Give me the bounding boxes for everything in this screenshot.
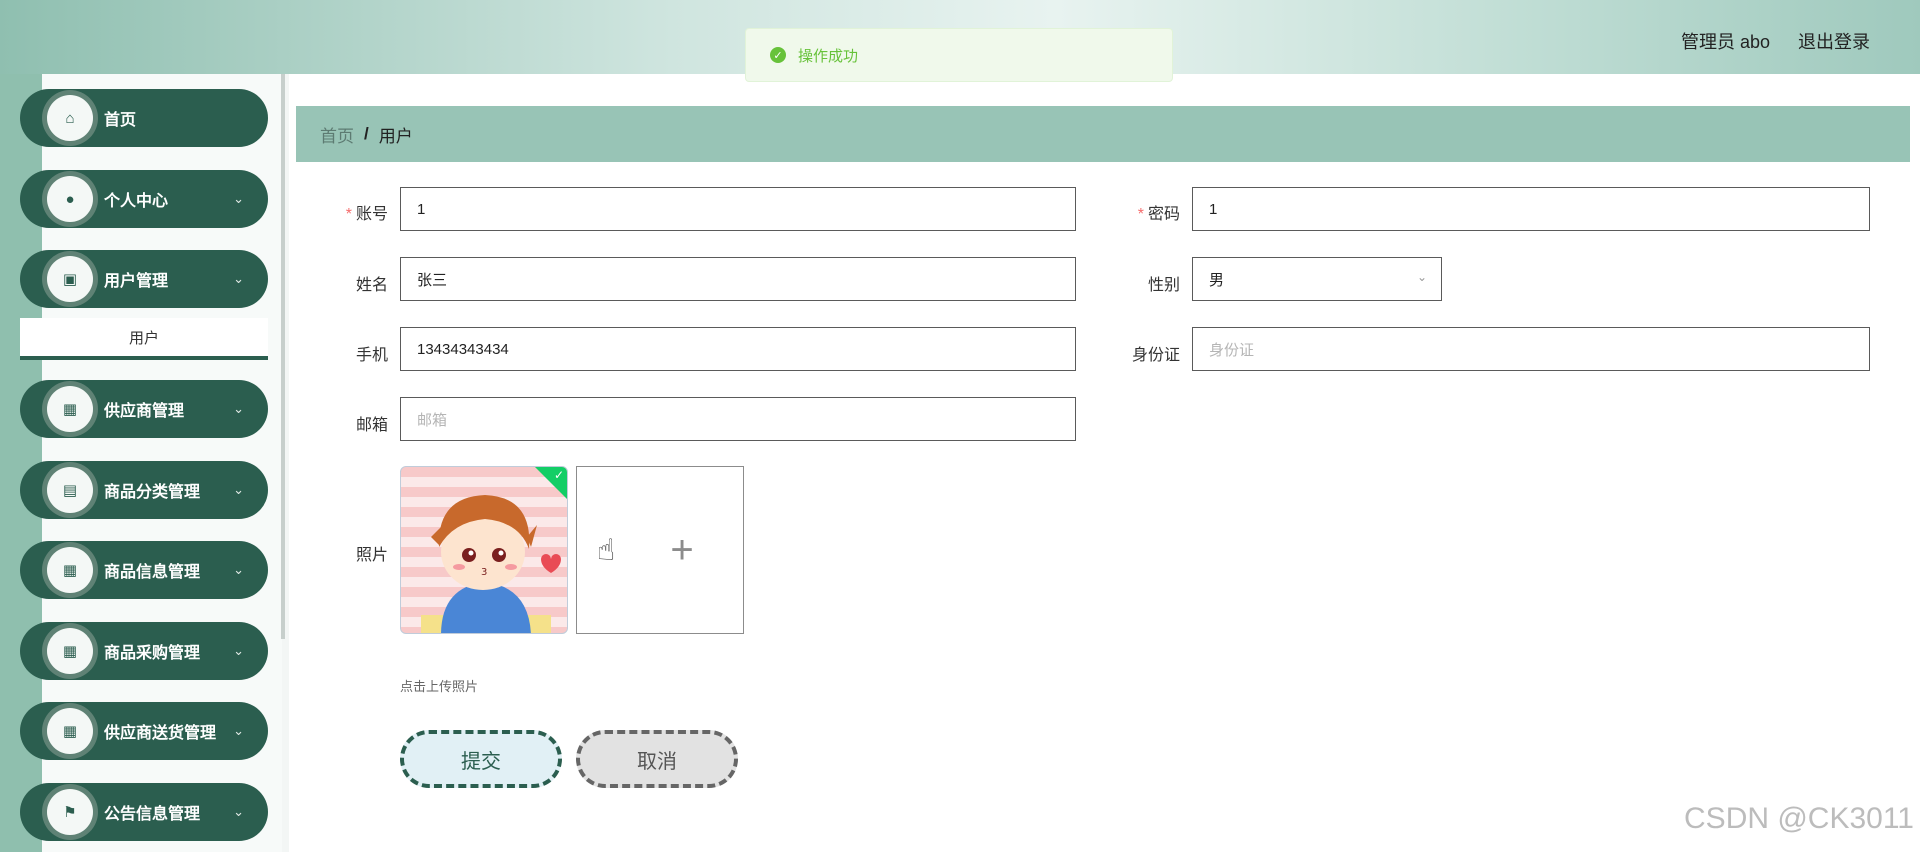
menu-icon-ring: ▣	[42, 251, 98, 307]
sidebar-item-label: 公告信息管理	[104, 806, 201, 823]
photo-label: 照片	[355, 547, 388, 564]
toast-message: 操作成功	[798, 47, 859, 65]
account-input[interactable]: 1	[400, 187, 1076, 231]
logout-link[interactable]: 退出登录	[1798, 28, 1870, 54]
sidebar-item-personal-center[interactable]: ● 个人中心 ⌄	[20, 170, 268, 228]
password-label-text: 密码	[1147, 206, 1180, 223]
grid-icon: ▦	[47, 386, 93, 432]
breadcrumb-current: 用户	[378, 126, 413, 146]
sidebar-item-label: 供应商管理	[104, 403, 185, 420]
grid-icon: ▦	[47, 547, 93, 593]
grid-icon: ▦	[47, 628, 93, 674]
menu-icon-ring: ▦	[42, 542, 98, 598]
name-input[interactable]: 张三	[400, 257, 1076, 301]
chevron-down-icon: ⌄	[233, 401, 244, 416]
plus-icon: +	[670, 527, 694, 572]
sidebar-item-label: 供应商送货管理	[104, 725, 217, 742]
chevron-down-icon: ⌄	[233, 482, 244, 497]
sidebar-item-label: 个人中心	[104, 193, 169, 210]
name-label: 姓名	[355, 277, 388, 294]
chart-icon: ▣	[47, 256, 93, 302]
menu-icon-ring: ▦	[42, 623, 98, 679]
idcard-label: 身份证	[1131, 347, 1180, 364]
breadcrumb-home-link[interactable]: 首页	[320, 122, 354, 147]
menu-icon-ring: ▦	[42, 381, 98, 437]
chevron-down-icon: ⌄	[233, 271, 244, 286]
watermark-text: CSDN @CK3011	[1684, 802, 1914, 835]
gender-label: 性别	[1147, 277, 1180, 294]
chevron-down-icon: ⌄	[1416, 270, 1427, 284]
sidebar-item-label: 商品采购管理	[104, 645, 201, 662]
gender-select-value: 男	[1209, 271, 1225, 289]
cancel-button[interactable]: 取消	[576, 730, 738, 788]
svg-text:3: 3	[481, 567, 487, 578]
account-label-text: 账号	[355, 206, 388, 223]
idcard-input[interactable]: 身份证	[1192, 327, 1870, 371]
chevron-down-icon: ⌄	[233, 643, 244, 658]
grid-icon: ▦	[47, 708, 93, 754]
sidebar-item-label: 商品分类管理	[104, 484, 201, 501]
sidebar-item-label: 用户管理	[104, 273, 169, 290]
menu-icon-ring: ⚑	[42, 784, 98, 840]
sidebar-item-label: 商品信息管理	[104, 564, 201, 581]
password-input[interactable]: 1	[1192, 187, 1870, 231]
gender-select[interactable]: 男 ⌄	[1192, 257, 1442, 301]
required-mark: *	[1137, 206, 1144, 223]
breadcrumb-separator: /	[364, 124, 369, 143]
admin-user-label: 管理员 abo	[1680, 32, 1770, 52]
phone-input[interactable]: 13434343434	[400, 327, 1076, 371]
check-circle-icon: ✓	[770, 47, 786, 63]
password-label: * 密码	[1132, 200, 1180, 224]
check-icon: ✓	[553, 468, 564, 482]
sidebar-item-purchase-management[interactable]: ▦ 商品采购管理 ⌄	[20, 622, 268, 680]
required-mark: *	[345, 206, 352, 223]
sidebar-item-label: 首页	[104, 112, 137, 129]
sidebar-item-home[interactable]: ⌂ 首页	[20, 89, 268, 147]
chevron-down-icon: ⌄	[233, 804, 244, 819]
flag-icon: ⚑	[47, 789, 93, 835]
breadcrumb: 首页 / 用户	[296, 106, 1910, 162]
email-input[interactable]: 邮箱	[400, 397, 1076, 441]
sidebar-item-supplier-management[interactable]: ▦ 供应商管理 ⌄	[20, 380, 268, 438]
sidebar-item-delivery-management[interactable]: ▦ 供应商送货管理 ⌄	[20, 702, 268, 760]
sidebar-item-notice-management[interactable]: ⚑ 公告信息管理 ⌄	[20, 783, 268, 841]
menu-icon-ring: ▤	[42, 462, 98, 518]
sidebar-item-user-management[interactable]: ▣ 用户管理 ⌄	[20, 250, 268, 308]
phone-label: 手机	[355, 347, 388, 364]
success-toast: ✓ 操作成功	[745, 28, 1173, 82]
upload-tip-text: 点击上传照片	[400, 679, 479, 694]
email-label: 邮箱	[355, 417, 388, 434]
menu-icon-ring: ▦	[42, 703, 98, 759]
uploaded-photo-thumbnail[interactable]: 3 ✓	[400, 466, 568, 634]
pointer-hand-icon: ☝	[597, 534, 616, 567]
sidebar-subitem-user[interactable]: 用户	[20, 318, 268, 360]
menu-icon-ring: ●	[42, 171, 98, 227]
chevron-down-icon: ⌄	[233, 191, 244, 206]
sidebar-scrollbar[interactable]	[281, 74, 285, 639]
clipboard-icon: ▤	[47, 467, 93, 513]
chevron-down-icon: ⌄	[233, 562, 244, 577]
home-icon: ⌂	[47, 95, 93, 141]
chevron-down-icon: ⌄	[233, 723, 244, 738]
submit-button[interactable]: 提交	[400, 730, 562, 788]
menu-icon-ring: ⌂	[42, 90, 98, 146]
sidebar-item-product-info-management[interactable]: ▦ 商品信息管理 ⌄	[20, 541, 268, 599]
account-label: * 账号	[340, 200, 388, 224]
photo-upload-button[interactable]: ☝ +	[576, 466, 744, 634]
user-icon: ●	[47, 176, 93, 222]
sidebar-item-category-management[interactable]: ▤ 商品分类管理 ⌄	[20, 461, 268, 519]
